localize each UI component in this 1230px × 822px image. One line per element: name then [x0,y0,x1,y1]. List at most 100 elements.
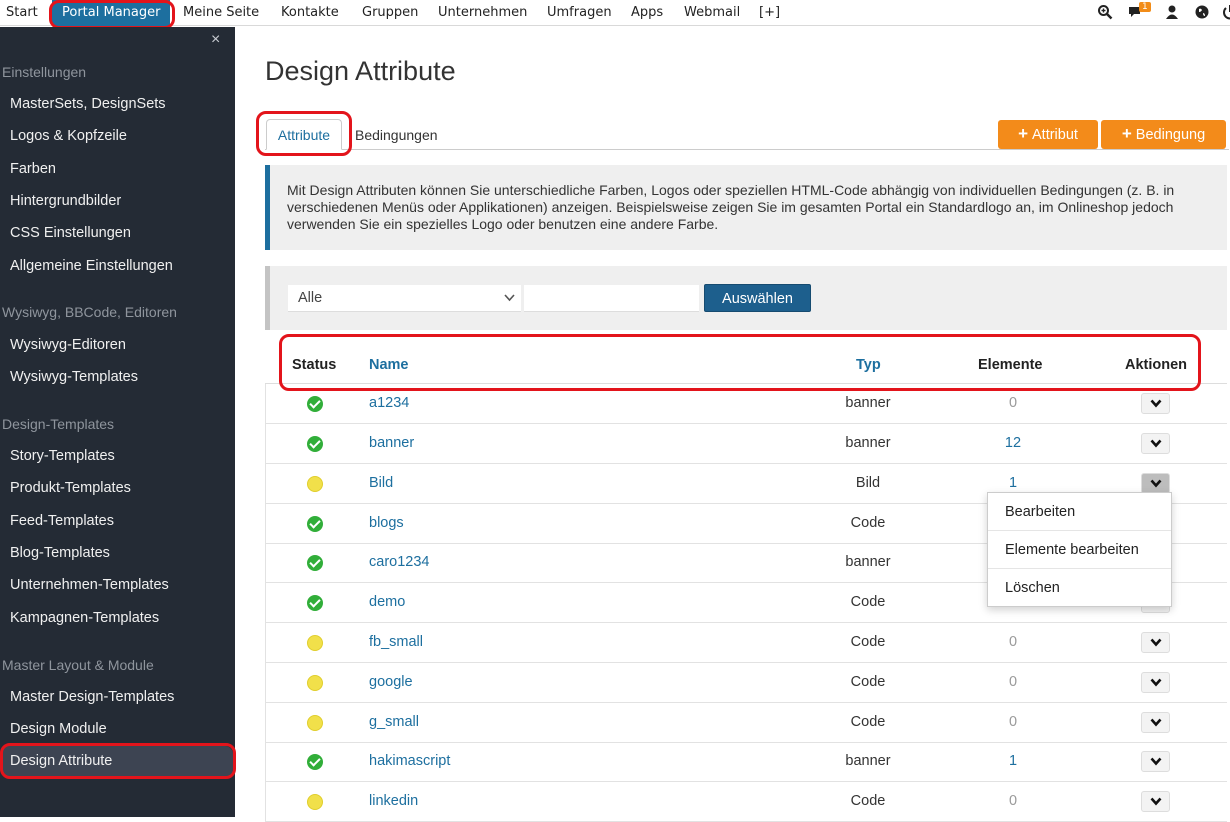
row-name-link[interactable]: banner [369,435,414,451]
select-button[interactable]: Auswählen [704,284,811,312]
sidebar-item-design-attribute[interactable]: Design Attribute [0,746,233,777]
nav-kontakte[interactable]: Kontakte [281,0,339,26]
sidebar-item-hintergrundbilder[interactable]: Hintergrundbilder [10,193,121,209]
nav-portal-manager[interactable]: Portal Manager [52,0,171,26]
filter-select-value: Alle [298,290,323,306]
sidebar-item-unternehmen[interactable]: Unternehmen-Templates [10,577,169,593]
row-typ: banner [845,435,891,451]
header-elemente: Elemente [978,357,1043,373]
status-pending-icon [307,715,323,731]
menu-item-bearbeiten[interactable]: Bearbeiten [988,493,1171,531]
tabs-divider [265,149,1229,150]
sidebar-group-einstellungen: Einstellungen [2,64,87,80]
table-row: google Code 0 [265,663,1227,703]
row-typ: banner [845,554,891,570]
sidebar: × Einstellungen MasterSets, DesignSets L… [0,27,235,817]
nav-apps[interactable]: Apps [631,0,663,26]
row-actions-button[interactable] [1141,632,1170,653]
row-name-link[interactable]: a1234 [369,395,409,411]
sidebar-item-allgemein[interactable]: Allgemeine Einstellungen [10,258,173,274]
info-box: Mit Design Attributen können Sie untersc… [265,165,1227,250]
row-typ: Bild [855,475,881,491]
sidebar-group-design-templates: Design-Templates [2,416,115,432]
chevron-down-icon [1150,399,1161,408]
sidebar-item-story[interactable]: Story-Templates [10,448,115,464]
sidebar-item-farben[interactable]: Farben [10,161,56,177]
globe-icon[interactable] [1194,4,1210,20]
sidebar-item-mastersets[interactable]: MasterSets, DesignSets [10,96,166,112]
filter-input[interactable] [524,285,699,312]
sidebar-item-master-design[interactable]: Master Design-Templates [10,689,174,705]
row-typ: Code [850,594,886,610]
header-aktionen: Aktionen [1125,357,1188,373]
row-typ: Code [850,515,886,531]
menu-item-loeschen[interactable]: Löschen [988,569,1171,607]
row-elemente: 0 [1008,395,1018,411]
row-actions-button[interactable] [1141,473,1170,494]
nav-webmail[interactable]: Webmail [684,0,740,26]
nav-unternehmen[interactable]: Unternehmen [438,0,527,26]
sidebar-item-wysiwyg-editoren[interactable]: Wysiwyg-Editoren [10,337,126,353]
chevron-down-icon [1150,797,1161,806]
row-name-link[interactable]: google [369,674,413,690]
chevron-down-icon [1150,638,1161,647]
row-name-link[interactable]: linkedin [369,793,418,809]
sidebar-item-css[interactable]: CSS Einstellungen [10,225,131,241]
menu-item-elemente-bearbeiten[interactable]: Elemente bearbeiten [988,531,1171,569]
sidebar-item-design-module[interactable]: Design Module [10,721,107,737]
nav-gruppen[interactable]: Gruppen [362,0,418,26]
sidebar-item-blog[interactable]: Blog-Templates [10,545,110,561]
search-zoom-icon[interactable] [1097,4,1113,20]
plus-icon: + [1018,124,1028,143]
page-title: Design Attribute [265,56,456,86]
row-name-link[interactable]: blogs [369,515,404,531]
row-typ: Code [850,674,886,690]
table-row: hakimascript banner 1 [265,742,1227,782]
power-icon[interactable] [1222,4,1230,20]
status-pending-icon [307,476,323,492]
row-name-link[interactable]: Bild [369,475,393,491]
table-row: fb_small Code 0 [265,623,1227,663]
row-typ: Code [850,793,886,809]
table-row: a1234 banner 0 [265,384,1227,424]
row-actions-button[interactable] [1141,751,1170,772]
filter-select[interactable]: Alle [288,285,521,312]
nav-umfragen[interactable]: Umfragen [547,0,612,26]
sidebar-item-produkt[interactable]: Produkt-Templates [10,480,131,496]
nav-start[interactable]: Start [6,0,38,26]
row-actions-button[interactable] [1141,393,1170,414]
row-actions-button[interactable] [1141,672,1170,693]
header-typ[interactable]: Typ [856,357,881,373]
add-condition-button[interactable]: + Bedingung [1101,120,1226,149]
add-attribute-button[interactable]: + Attribut [998,120,1098,149]
sidebar-item-feed[interactable]: Feed-Templates [10,513,114,529]
row-actions-button[interactable] [1141,433,1170,454]
row-name-link[interactable]: fb_small [369,634,423,650]
chevron-down-icon [1150,718,1161,727]
chevron-down-icon [1150,678,1161,687]
tab-attribute[interactable]: Attribute [266,119,342,150]
row-elemente[interactable]: 1 [973,753,1053,769]
tab-bedingungen[interactable]: Bedingungen [355,127,438,143]
sidebar-item-kampagnen[interactable]: Kampagnen-Templates [10,610,159,626]
row-name-link[interactable]: demo [369,594,405,610]
row-name-link[interactable]: hakimascript [369,753,450,769]
user-icon[interactable] [1164,4,1180,20]
row-actions-button[interactable] [1141,712,1170,733]
row-elemente: 0 [1008,634,1018,650]
status-ok-icon [307,396,323,412]
row-typ: Code [850,714,886,730]
row-elemente[interactable]: 12 [973,435,1053,451]
nav-meine-seite[interactable]: Meine Seite [183,0,259,26]
status-ok-icon [307,754,323,770]
sidebar-item-wysiwyg-templates[interactable]: Wysiwyg-Templates [10,369,138,385]
nav-add[interactable]: [+] [759,0,780,26]
row-elemente[interactable]: 1 [973,475,1053,491]
header-name[interactable]: Name [369,357,409,373]
row-actions-button[interactable] [1141,791,1170,812]
sidebar-item-logos[interactable]: Logos & Kopfzeile [10,128,127,144]
header-status: Status [292,357,337,373]
close-icon[interactable]: × [211,31,220,49]
row-name-link[interactable]: g_small [369,714,419,730]
row-name-link[interactable]: caro1234 [369,554,429,570]
